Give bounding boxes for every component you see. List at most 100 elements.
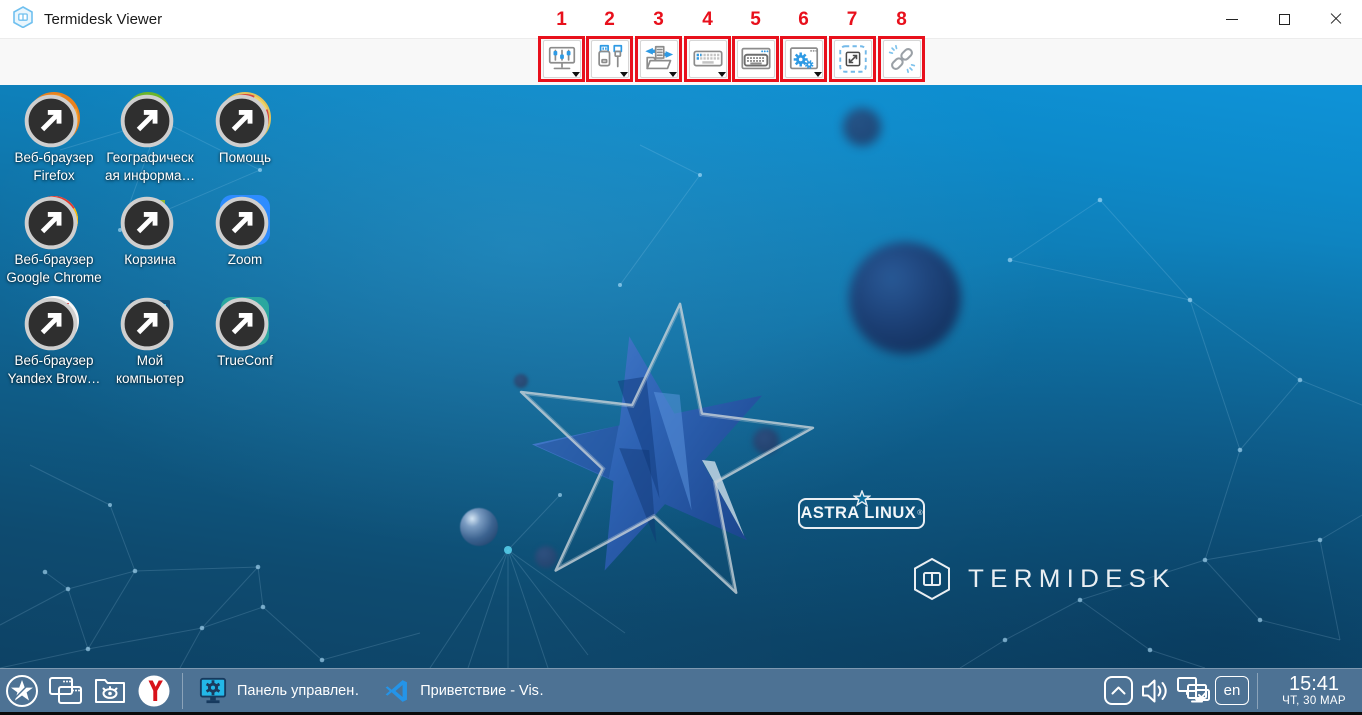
toolbar-annotation-1: 1 [538, 8, 585, 82]
tray-expand-button[interactable] [1099, 669, 1137, 713]
virtual-keyboard-icon [739, 42, 773, 76]
dropdown-arrow-icon[interactable] [814, 72, 822, 77]
icon-label: Веб-браузер Firefox [6, 149, 102, 184]
icon-label: Мой компьютер [102, 352, 198, 387]
annotation-box [684, 36, 731, 82]
termidesk-logo: TERMIDESK [912, 557, 1168, 601]
sphere-decoration [843, 108, 881, 146]
toolbar-annotation-4: 4 [684, 8, 731, 82]
file-transfer-icon [642, 42, 676, 76]
desktop-icon-yandex[interactable]: Веб-браузер Yandex Brow… [6, 293, 102, 387]
icon-label: Корзина [102, 251, 198, 269]
astra-badge-star-icon [853, 490, 871, 507]
windows-icon [47, 674, 85, 708]
termidesk-viewer-window: Termidesk Viewer 1 2 [0, 0, 1362, 715]
termidesk-app-icon [12, 6, 34, 33]
usb-redirect-icon [593, 42, 627, 76]
file-manager-button[interactable] [88, 669, 132, 713]
toolbar-annotation-8: 8 [878, 8, 925, 82]
settings-icon [787, 42, 821, 76]
language-indicator[interactable]: en [1213, 669, 1251, 713]
language-code: en [1224, 682, 1241, 699]
astra-linux-badge: ASTRA LINUX® [798, 498, 925, 529]
task-label: Панель управлен… [237, 683, 360, 699]
network-devices-button[interactable] [1175, 669, 1213, 713]
fullscreen-icon [836, 42, 870, 76]
annotation-number: 7 [829, 8, 875, 36]
astra-star-artwork [490, 280, 820, 615]
clock[interactable]: 15:41 ЧТ, 30 МАР [1272, 674, 1356, 707]
toolbar-annotation-2: 2 [586, 8, 633, 82]
folder-eye-icon [92, 674, 128, 708]
taskbar-item-vscode[interactable]: Приветствие - Vis… [374, 669, 559, 713]
termidesk-hexagon-icon [912, 557, 952, 601]
connection-link-button[interactable] [883, 40, 921, 78]
display-settings-icon [545, 42, 579, 76]
desktop-icon-my-computer[interactable]: Мой компьютер [102, 293, 198, 387]
annotation-number: 2 [586, 8, 633, 36]
annotation-box [829, 36, 876, 82]
icon-label: Помощь [197, 149, 293, 167]
termidesk-logo-text: TERMIDESK [968, 565, 1176, 594]
icon-label: Zoom [197, 251, 293, 269]
astra-launcher-button[interactable] [0, 669, 44, 713]
dropdown-arrow-icon[interactable] [620, 72, 628, 77]
shortcut-arrow-badge [214, 195, 270, 251]
desktop-icon-qgis[interactable]: Географическ ая информа… [102, 90, 198, 184]
large-sphere-decoration [849, 242, 961, 354]
desktop-icon-firefox[interactable]: Веб-браузер Firefox [6, 90, 102, 184]
network-monitors-icon [1176, 675, 1212, 707]
annotation-number: 3 [635, 8, 682, 36]
annotation-number: 4 [684, 8, 731, 36]
dropdown-arrow-icon[interactable] [669, 72, 677, 77]
shortcut-arrow-badge [214, 93, 270, 149]
yandex-browser-taskbar-button[interactable] [132, 669, 176, 713]
fullscreen-button[interactable] [834, 40, 872, 78]
window-switcher-button[interactable] [44, 669, 88, 713]
virtual-keyboard-button[interactable] [737, 40, 775, 78]
speaker-icon [1140, 676, 1172, 706]
annotation-box [538, 36, 585, 82]
desktop-icon-chrome[interactable]: Веб-браузер Google Chrome [6, 192, 102, 286]
tray-separator [1257, 673, 1258, 709]
toolbar-annotation-3: 3 [635, 8, 682, 82]
annotation-number: 5 [732, 8, 779, 36]
close-button[interactable] [1310, 0, 1362, 38]
annotation-box [732, 36, 779, 82]
control-panel-icon [199, 676, 227, 706]
desktop-icon-trueconf[interactable]: TrueConf [197, 293, 293, 370]
toolbar-annotation-7: 7 [829, 8, 875, 82]
annotation-number: 8 [878, 8, 925, 36]
shortcut-arrow-badge [119, 296, 175, 352]
shortcut-arrow-badge [119, 93, 175, 149]
remote-desktop[interactable]: ASTRA LINUX® TERMIDESK [0, 85, 1362, 668]
system-tray: en 15:41 ЧТ, 30 МАР [1099, 669, 1362, 713]
shortcut-arrow-badge [23, 296, 79, 352]
vscode-icon [384, 677, 410, 705]
maximize-button[interactable] [1258, 0, 1310, 38]
window-title: Termidesk Viewer [44, 11, 162, 28]
icon-label: TrueConf [197, 352, 293, 370]
annotation-box [586, 36, 633, 82]
shortcut-arrow-badge [214, 296, 270, 352]
shortcut-arrow-badge [23, 93, 79, 149]
shortcut-arrow-badge [23, 195, 79, 251]
dropdown-arrow-icon[interactable] [718, 72, 726, 77]
registered-mark: ® [917, 509, 922, 519]
desktop-icon-zoom[interactable]: Zoom [197, 192, 293, 269]
desktop-icon-help[interactable]: Помощь [197, 90, 293, 167]
icon-label: Веб-браузер Yandex Brow… [6, 352, 102, 387]
icon-label: Веб-браузер Google Chrome [6, 251, 102, 286]
shortcut-arrow-badge [119, 195, 175, 251]
dropdown-arrow-icon[interactable] [572, 72, 580, 77]
minimize-button[interactable] [1206, 0, 1258, 38]
icon-label: Географическ ая информа… [102, 149, 198, 184]
chevron-up-icon [1103, 675, 1134, 706]
taskbar-separator [182, 673, 183, 709]
annotation-box [635, 36, 682, 82]
window-controls [1206, 0, 1362, 38]
taskbar-item-control-panel[interactable]: Панель управлен… [189, 669, 374, 713]
desktop-icon-trash[interactable]: Корзина [102, 192, 198, 269]
annotation-box [878, 36, 925, 82]
volume-button[interactable] [1137, 669, 1175, 713]
